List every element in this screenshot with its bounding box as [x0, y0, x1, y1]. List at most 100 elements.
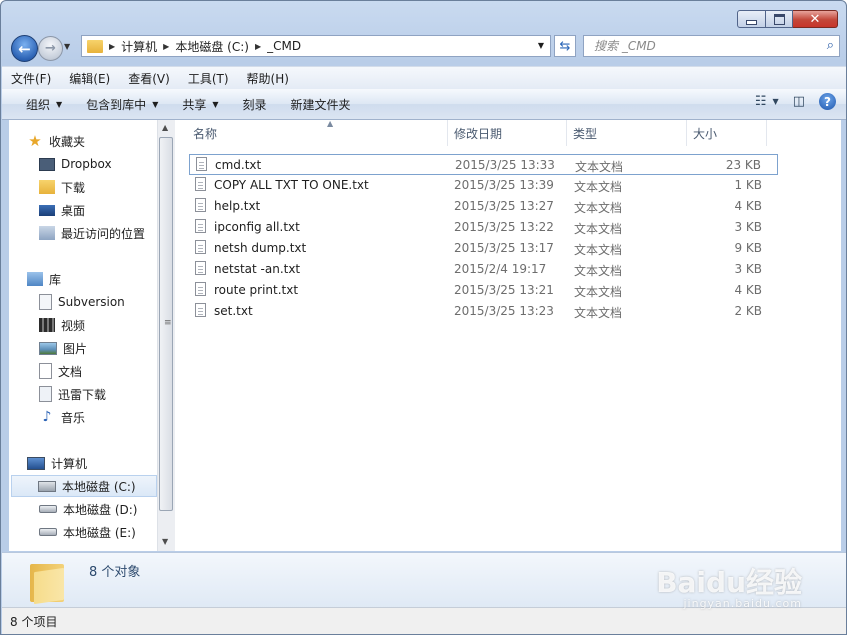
sidebar-item-downloads[interactable]: 下载 — [39, 176, 85, 198]
sidebar-libraries[interactable]: 库 — [27, 268, 61, 290]
text-file-icon — [195, 177, 206, 191]
sidebar-item-drive-c[interactable]: 本地磁盘 (C:) — [11, 475, 157, 497]
sidebar-computer[interactable]: 计算机 — [27, 452, 87, 474]
view-dropdown-icon[interactable]: ▼ — [773, 97, 779, 106]
scroll-up-icon[interactable]: ▲ — [162, 123, 168, 132]
table-row[interactable]: set.txt 2015/3/25 13:23 文本文档 2 KB — [189, 301, 778, 322]
sidebar-label: 收藏夹 — [49, 134, 86, 149]
view-options-icon[interactable]: ☷ — [755, 94, 767, 109]
sidebar-item-subversion[interactable]: Subversion — [39, 291, 125, 313]
caption-buttons: ✕ — [737, 10, 838, 28]
minimize-icon — [746, 19, 757, 25]
scrollbar-thumb[interactable]: ≡ — [159, 137, 173, 511]
grip-icon: ≡ — [164, 318, 172, 328]
maximize-icon — [773, 13, 785, 25]
text-file-icon — [195, 282, 206, 296]
close-button[interactable]: ✕ — [793, 10, 838, 28]
menu-file[interactable]: 文件(F) — [2, 70, 60, 87]
include-library-button[interactable]: 包含到库中 ▼ — [74, 96, 170, 113]
sidebar-item-recent[interactable]: 最近访问的位置 — [39, 222, 145, 244]
breadcrumb-computer[interactable]: 计算机 — [121, 38, 157, 55]
file-date: 2015/3/25 13:27 — [454, 199, 554, 213]
navigation-scrollbar[interactable]: ▲ ≡ ▼ — [157, 120, 175, 551]
search-input[interactable] — [592, 38, 816, 54]
menu-tools[interactable]: 工具(T) — [179, 70, 238, 87]
sidebar-item-documents[interactable]: 文档 — [39, 360, 82, 382]
search-icon[interactable]: ⌕ — [827, 38, 834, 53]
menu-edit[interactable]: 编辑(E) — [60, 70, 119, 87]
libraries-icon — [27, 272, 43, 286]
command-bar: 组织 ▼ 包含到库中 ▼ 共享 ▼ 刻录 新建文件夹 ☷ ▼ ◫ ? — [2, 89, 846, 120]
sidebar-item-drive-d[interactable]: 本地磁盘 (D:) — [39, 498, 137, 520]
column-label: 类型 — [573, 126, 598, 141]
sidebar-label: 最近访问的位置 — [61, 226, 146, 241]
sidebar-item-thunder-downloads[interactable]: 迅雷下载 — [39, 383, 106, 405]
share-label: 共享 — [182, 97, 207, 112]
desktop-icon — [39, 204, 55, 216]
sidebar-item-dropbox[interactable]: Dropbox — [39, 153, 112, 175]
refresh-button[interactable]: ⇆ — [554, 35, 576, 57]
column-header-date[interactable]: 修改日期 — [448, 120, 567, 146]
text-file-icon — [195, 303, 206, 317]
column-header-name[interactable]: 名称 ▲ — [187, 119, 448, 146]
recent-pages-dropdown[interactable]: ▼ — [64, 42, 70, 51]
scroll-down-icon[interactable]: ▼ — [162, 537, 168, 546]
sidebar-item-desktop[interactable]: 桌面 — [39, 199, 85, 221]
file-size: 2 KB — [734, 304, 762, 318]
sidebar-item-drive-e[interactable]: 本地磁盘 (E:) — [39, 521, 136, 543]
breadcrumb-cmd-folder[interactable]: _CMD — [267, 39, 301, 53]
sidebar-label: 下载 — [61, 180, 86, 195]
drive-e-icon — [39, 528, 57, 536]
sidebar-item-videos[interactable]: 视频 — [39, 314, 85, 336]
table-row[interactable]: ipconfig all.txt 2015/3/25 13:22 文本文档 3 … — [189, 217, 778, 238]
file-type: 文本文档 — [574, 243, 623, 257]
table-row[interactable]: netsh dump.txt 2015/3/25 13:17 文本文档 9 KB — [189, 238, 778, 259]
table-row[interactable]: cmd.txt 2015/3/25 13:33 文本文档 23 KB — [189, 154, 778, 175]
file-type: 文本文档 — [574, 264, 623, 278]
menu-help[interactable]: 帮助(H) — [238, 70, 298, 87]
file-size: 23 KB — [725, 158, 761, 172]
burn-label: 刻录 — [242, 97, 267, 112]
column-label: 修改日期 — [454, 126, 503, 141]
sidebar-item-music[interactable]: ♪ 音乐 — [39, 406, 85, 428]
menu-view[interactable]: 查看(V) — [119, 70, 179, 87]
file-date: 2015/3/25 13:17 — [454, 241, 554, 255]
computer-icon — [27, 456, 45, 470]
sidebar-label: 迅雷下载 — [58, 387, 107, 402]
help-button[interactable]: ? — [819, 93, 836, 110]
address-dropdown-icon[interactable]: ▼ — [538, 41, 544, 50]
address-bar[interactable]: ▶ 计算机 ▶ 本地磁盘 (C:) ▶ _CMD ▼ — [81, 35, 551, 57]
file-name: help.txt — [214, 199, 261, 213]
sidebar-favorites[interactable]: ★ 收藏夹 — [27, 130, 85, 152]
table-row[interactable]: netstat -an.txt 2015/2/4 19:17 文本文档 3 KB — [189, 259, 778, 280]
chevron-right-icon[interactable]: ▶ — [255, 42, 261, 51]
minimize-button[interactable] — [737, 10, 766, 28]
column-header-size[interactable]: 大小 — [687, 120, 767, 146]
burn-button[interactable]: 刻录 — [231, 96, 279, 113]
include-library-label: 包含到库中 — [86, 97, 147, 112]
navigation-pane: ★ 收藏夹 Dropbox 下载 桌面 最近访问的位置 库 Subversion … — [9, 120, 157, 551]
search-box[interactable]: ⌕ — [583, 35, 840, 57]
share-button[interactable]: 共享 ▼ — [170, 96, 230, 113]
organize-button[interactable]: 组织 ▼ — [14, 96, 74, 113]
new-folder-button[interactable]: 新建文件夹 — [279, 96, 363, 113]
help-icon: ? — [819, 93, 836, 110]
drive-c-icon — [38, 480, 56, 492]
breadcrumb-drive-c[interactable]: 本地磁盘 (C:) — [175, 38, 249, 55]
file-type: 文本文档 — [574, 285, 623, 299]
table-row[interactable]: route print.txt 2015/3/25 13:21 文本文档 4 K… — [189, 280, 778, 301]
table-row[interactable]: help.txt 2015/3/25 13:27 文本文档 4 KB — [189, 196, 778, 217]
text-file-icon — [195, 198, 206, 212]
chevron-right-icon[interactable]: ▶ — [163, 42, 169, 51]
maximize-button[interactable] — [766, 10, 793, 28]
preview-pane-icon[interactable]: ◫ — [793, 94, 805, 109]
navigation-bar: ← → ▼ ▶ 计算机 ▶ 本地磁盘 (C:) ▶ _CMD ▼ ⇆ ⌕ — [9, 34, 840, 62]
column-header-type[interactable]: 类型 — [567, 120, 687, 146]
back-button[interactable]: ← — [11, 35, 38, 62]
chevron-right-icon[interactable]: ▶ — [109, 42, 115, 51]
file-size: 1 KB — [734, 178, 762, 192]
recent-places-icon — [39, 226, 55, 240]
table-row[interactable]: COPY ALL TXT TO ONE.txt 2015/3/25 13:39 … — [189, 175, 778, 196]
forward-button[interactable]: → — [38, 36, 63, 61]
sidebar-item-pictures[interactable]: 图片 — [39, 337, 87, 359]
